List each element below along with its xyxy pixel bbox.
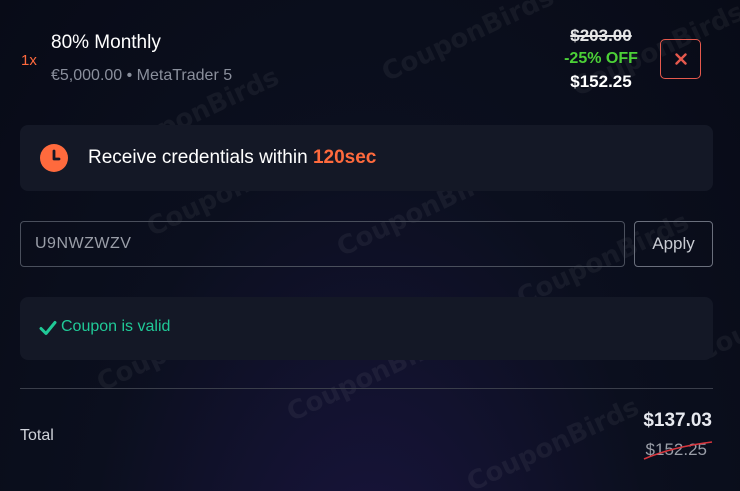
item-price: $203.00 -25% OFF $152.25 [545,26,657,92]
timer-duration: 120sec [312,147,377,168]
clock-icon [40,144,68,172]
total-original-amount: $152.25 [643,440,712,460]
timer-prefix: Receive credentials within [88,147,313,168]
coupon-status-panel: Coupon is valid [20,297,713,360]
remove-item-button[interactable] [660,39,701,79]
watermark-text: CouponBirds [462,392,644,491]
coupon-code-input[interactable] [20,221,625,267]
apply-coupon-button[interactable]: Apply [634,221,713,267]
close-icon [674,53,687,65]
price-original: $203.00 [570,26,632,45]
coupon-valid-message: Coupon is valid [61,318,171,335]
item-subtitle: €5,000.00 • MetaTrader 5 [51,67,233,84]
delivery-timer-text: Receive credentials within 120sec [88,147,376,169]
item-quantity: 1x [21,52,37,69]
divider [20,388,713,389]
item-name: 80% Monthly [51,32,161,53]
discount-label: -25% OFF [564,50,638,67]
price-final: $152.25 [570,72,632,91]
cart-item: 1x 80% Monthly €5,000.00 • MetaTrader 5 … [0,0,740,110]
strikethrough-mark [643,441,712,460]
check-icon [39,321,57,335]
delivery-timer-panel: Receive credentials within 120sec [20,125,713,191]
total-amount: $137.03 [643,410,712,431]
total-label: Total [20,427,54,444]
